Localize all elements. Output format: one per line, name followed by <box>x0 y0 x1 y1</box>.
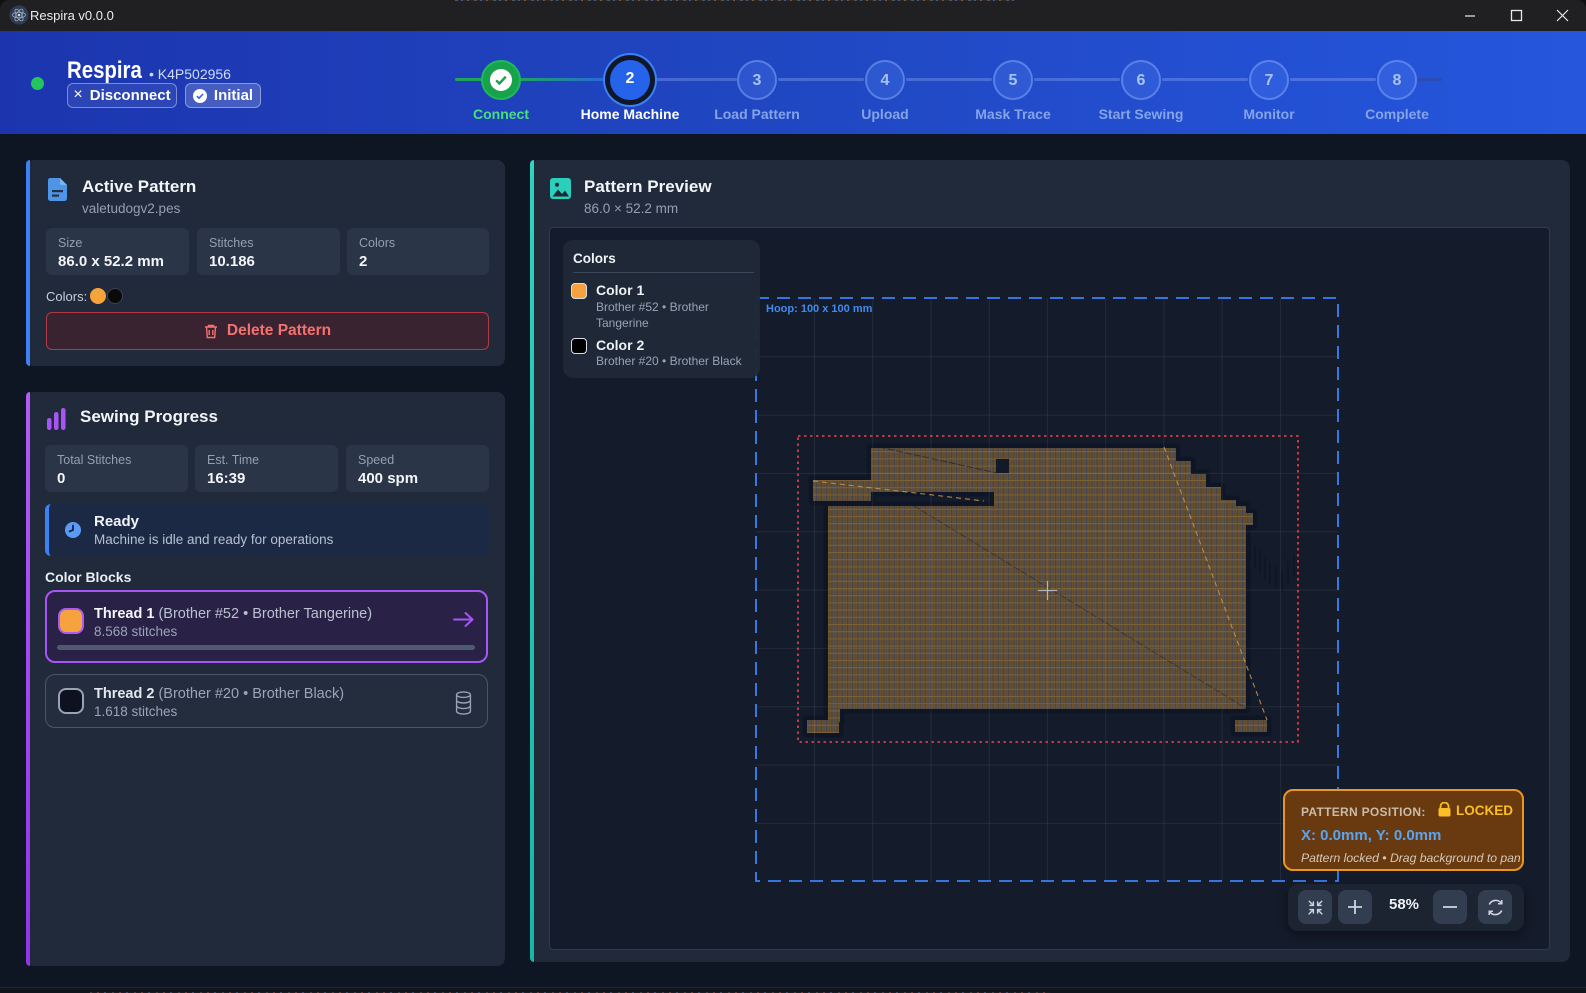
svg-text:Hoop: 100 x 100 mm: Hoop: 100 x 100 mm <box>766 303 873 315</box>
